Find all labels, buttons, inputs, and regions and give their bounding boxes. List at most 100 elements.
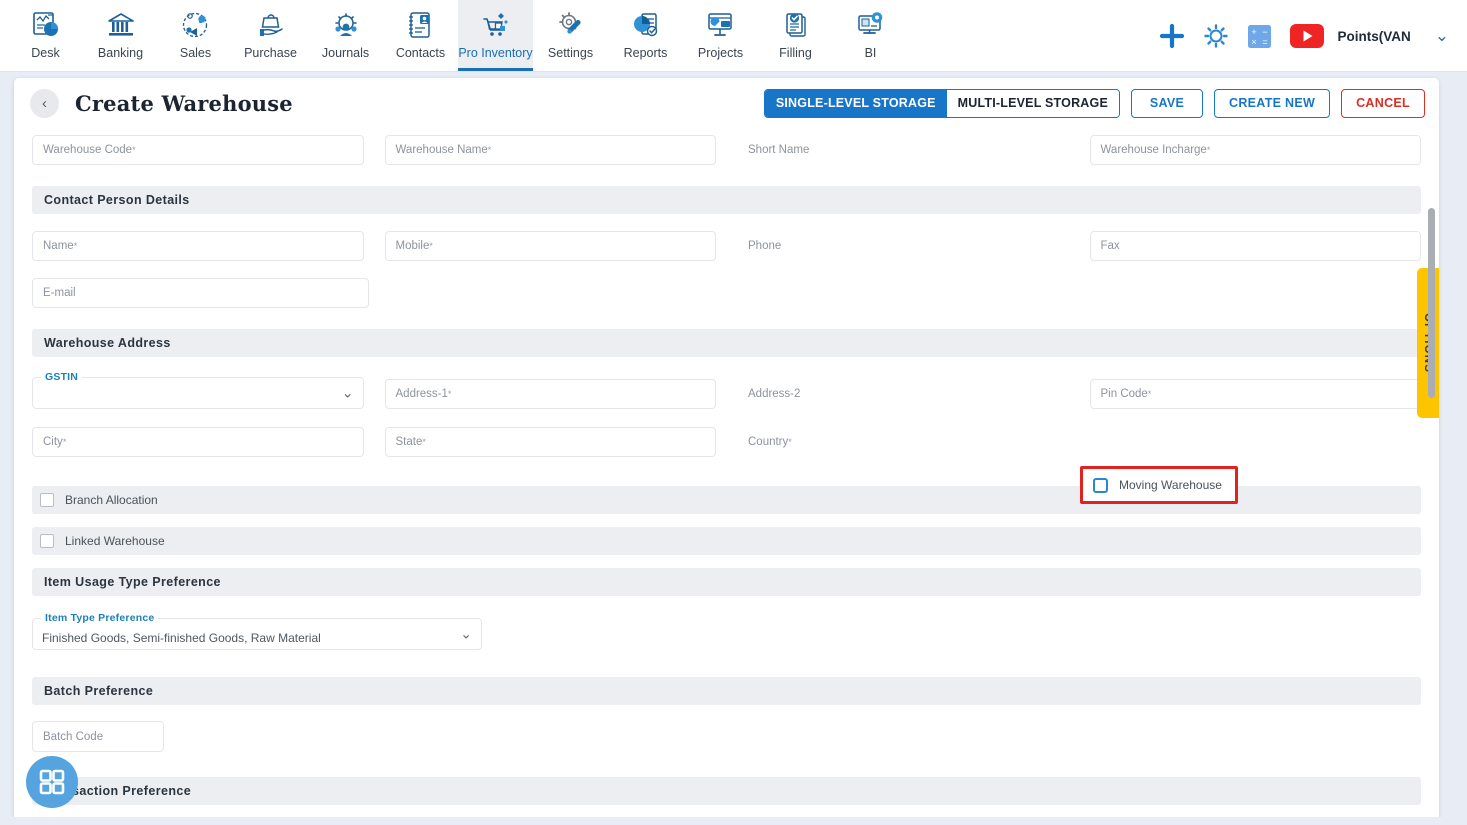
youtube-icon[interactable] [1289, 24, 1324, 48]
moving-warehouse-checkbox[interactable] [1093, 477, 1108, 493]
address2-wrap: Address-2 [737, 377, 1069, 409]
contact-phone-input[interactable]: Phone [737, 231, 1069, 261]
nav-item-filling[interactable]: Filling [758, 0, 833, 71]
moving-warehouse-annotation: Moving Warehouse [1080, 466, 1238, 504]
country-wrap: Country * [737, 427, 1069, 457]
field-placeholder: Batch Code [43, 730, 104, 743]
create-warehouse-page: ‹ Create Warehouse SINGLE-LEVEL STORAGE … [14, 78, 1439, 818]
field-placeholder: Warehouse Code [43, 144, 133, 156]
nav-item-sales[interactable]: Sales [158, 0, 233, 71]
contact-email-wrap: E-mail [32, 278, 369, 308]
field-placeholder: Country [748, 436, 789, 448]
save-button[interactable]: SAVE [1131, 88, 1203, 118]
contact-fax-input[interactable]: Fax [1089, 231, 1421, 261]
nav-label: Settings [547, 46, 594, 60]
required-asterisk: * [73, 241, 78, 251]
back-button[interactable]: ‹ [30, 88, 59, 118]
form-row-contact-1: Name * Mobile * Phone Fax [24, 231, 1429, 261]
contact-fax-wrap: Fax [1089, 231, 1421, 261]
field-placeholder: E-mail [43, 287, 76, 299]
svg-text:×: × [1251, 37, 1256, 47]
form-row-address-2: City * State * Country * [24, 427, 1429, 457]
batch-code-wrap: Batch Code [32, 721, 164, 752]
nav-item-projects[interactable]: Projects [683, 0, 758, 71]
calculator-icon[interactable]: + − × = [1247, 24, 1272, 49]
apps-grid-fab-button[interactable] [26, 756, 78, 808]
required-asterisk: * [422, 437, 426, 447]
country-input[interactable]: Country * [737, 427, 1069, 457]
contact-mobile-input[interactable]: Mobile * [384, 231, 716, 261]
pin-code-wrap: Pin Code * [1089, 377, 1421, 409]
bottom-page-strip [0, 817, 1467, 825]
field-placeholder: City [43, 436, 63, 448]
item-type-preference-select[interactable]: Item Type Preference Finished Goods, Sem… [32, 612, 482, 650]
state-input[interactable]: State * [384, 427, 716, 457]
nav-item-pro-inventory[interactable]: Pro Inventory [458, 0, 533, 71]
chevron-down-icon[interactable]: ⌄ [1435, 26, 1449, 46]
contact-email-input[interactable]: E-mail [32, 278, 369, 308]
item-type-preference-label: Item Type Preference [41, 612, 159, 624]
field-placeholder: Mobile [395, 240, 430, 252]
moving-warehouse-slot [1090, 427, 1422, 457]
nav-item-contacts[interactable]: Contacts [383, 0, 458, 71]
single-level-storage-button[interactable]: SINGLE-LEVEL STORAGE [764, 89, 947, 117]
required-asterisk: * [1147, 389, 1152, 399]
gstin-select[interactable]: GSTIN ⌄ [32, 371, 364, 409]
item-type-preference-value: Finished Goods, Semi-finished Goods, Raw… [42, 631, 321, 645]
cancel-button[interactable]: CANCEL [1341, 88, 1425, 118]
contacts-book-icon [400, 6, 442, 44]
state-wrap: State * [384, 427, 716, 457]
gstin-wrap: GSTIN ⌄ [32, 371, 364, 409]
nav-item-journals[interactable]: Journals [308, 0, 383, 71]
multi-level-storage-button[interactable]: MULTI-LEVEL STORAGE [946, 89, 1119, 117]
nav-item-bi[interactable]: BI [833, 0, 908, 71]
create-new-button[interactable]: CREATE NEW [1214, 88, 1331, 118]
required-asterisk: * [62, 437, 67, 447]
chevron-down-icon: ⌄ [460, 625, 472, 642]
field-placeholder: Short Name [748, 144, 810, 156]
journals-gear-people-icon [325, 6, 367, 44]
short-name-input[interactable]: Short Name [737, 135, 1069, 165]
form-row-basic: Warehouse Code * Warehouse Name * Short Na… [24, 135, 1429, 165]
plus-icon[interactable] [1159, 23, 1185, 49]
section-header-contact-person-details: Contact Person Details [32, 186, 1421, 214]
account-label[interactable]: Points(VAN [1338, 29, 1411, 44]
field-placeholder: Name [43, 240, 74, 252]
required-asterisk: * [447, 389, 452, 399]
bank-building-icon [100, 6, 142, 44]
required-asterisk: * [487, 145, 492, 155]
section-header-item-usage-type-preference: Item Usage Type Preference [32, 568, 1421, 596]
field-placeholder: Address-1 [395, 388, 448, 400]
warehouse-name-input[interactable]: Warehouse Name * [384, 135, 716, 165]
pin-code-input[interactable]: Pin Code * [1089, 379, 1421, 409]
address-2-input[interactable]: Address-2 [737, 379, 1069, 409]
address-1-input[interactable]: Address-1 * [384, 379, 716, 409]
branch-allocation-checkbox[interactable] [40, 493, 54, 507]
form-row-item-type: Item Type Preference Finished Goods, Sem… [24, 612, 1429, 650]
top-navigation-bar: Desk Banking Sales Purchase Journals Con… [0, 0, 1467, 72]
city-input[interactable]: City * [32, 427, 364, 457]
linked-warehouse-checkbox[interactable] [40, 534, 54, 548]
gear-icon[interactable] [1203, 23, 1229, 49]
page-scrollbar[interactable] [1428, 208, 1435, 398]
contact-name-input[interactable]: Name * [32, 231, 364, 261]
svg-text:−: − [1262, 27, 1267, 37]
section-header-warehouse-address: Warehouse Address [32, 329, 1421, 357]
inventory-cart-icon [475, 6, 517, 44]
page-header: ‹ Create Warehouse SINGLE-LEVEL STORAGE … [14, 78, 1439, 128]
nav-label: Purchase [244, 46, 297, 60]
warehouse-code-input[interactable]: Warehouse Code * [32, 135, 364, 165]
nav-item-purchase[interactable]: Purchase [233, 0, 308, 71]
batch-code-input[interactable]: Batch Code [32, 721, 164, 752]
purchase-hand-bag-icon [250, 6, 292, 44]
nav-item-settings[interactable]: Settings [533, 0, 608, 71]
nav-item-reports[interactable]: Reports [608, 0, 683, 71]
warehouse-incharge-input[interactable]: Warehouse Incharge * [1089, 135, 1421, 165]
field-placeholder: Phone [748, 240, 782, 252]
nav-item-desk[interactable]: Desk [8, 0, 83, 71]
linked-warehouse-row[interactable]: Linked Warehouse [32, 527, 1421, 555]
contact-mobile-wrap: Mobile * [384, 231, 716, 261]
nav-item-banking[interactable]: Banking [83, 0, 158, 71]
moving-warehouse-label: Moving Warehouse [1119, 478, 1222, 492]
svg-text:=: = [1262, 37, 1267, 47]
